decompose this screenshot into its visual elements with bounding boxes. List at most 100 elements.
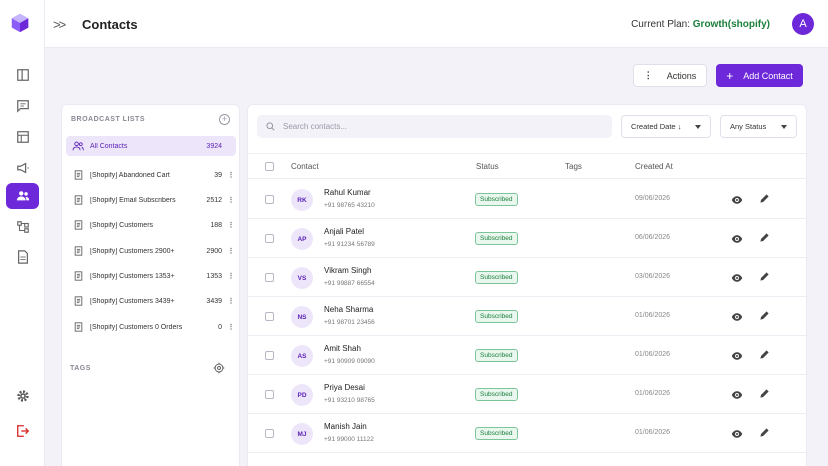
tags-settings-icon[interactable] <box>213 362 225 374</box>
nav-flows-icon[interactable] <box>6 214 39 240</box>
status-badge: Subscribed <box>475 232 518 245</box>
nav-rail <box>0 0 45 466</box>
list-item[interactable]: [Shopify] Email Subscribers 2512 ⋮ <box>66 190 236 210</box>
contact-avatar: MJ <box>291 423 313 445</box>
contact-phone: +91 90909 09090 <box>324 358 375 365</box>
table-row[interactable]: MJ Manish Jain +91 99000 11122 Subscribe… <box>248 414 806 453</box>
contact-avatar: NS <box>291 306 313 328</box>
sort-select[interactable]: Created Date ↓ <box>621 115 711 138</box>
table-row[interactable]: AS Amit Shah +91 90909 09090 Subscribed … <box>248 336 806 375</box>
contact-name: Anjali Patel <box>324 227 365 236</box>
contact-phone: +91 98765 43210 <box>324 202 375 209</box>
list-item[interactable]: [Shopify] Customers 2900+ 2900 ⋮ <box>66 241 236 261</box>
row-checkbox[interactable] <box>265 312 274 321</box>
add-list-icon[interactable]: + <box>219 114 230 125</box>
more-vertical-icon[interactable]: ⋮ <box>226 272 236 280</box>
edit-pencil-icon[interactable] <box>759 310 770 321</box>
edit-pencil-icon[interactable] <box>759 388 770 399</box>
page-title: Contacts <box>82 17 138 32</box>
column-contact: Contact <box>291 162 319 171</box>
list-doc-icon <box>66 271 90 281</box>
list-doc-icon <box>66 195 90 205</box>
list-label: [Shopify] Customers 2900+ <box>90 247 175 255</box>
table-row[interactable]: AP Anjali Patel +91 91234 56789 Subscrib… <box>248 219 806 258</box>
list-item[interactable]: [Shopify] Customers 188 ⋮ <box>66 215 236 235</box>
list-count: 3439 <box>206 297 222 305</box>
more-vertical-icon[interactable]: ⋮ <box>226 196 236 204</box>
view-eye-icon[interactable] <box>731 233 743 245</box>
nav-contacts-icon[interactable] <box>6 183 39 209</box>
more-vertical-icon[interactable]: ⋮ <box>226 297 236 305</box>
row-checkbox[interactable] <box>265 273 274 282</box>
nav-broadcast-icon[interactable] <box>6 155 39 181</box>
contact-avatar: PD <box>291 384 313 406</box>
status-badge: Subscribed <box>475 193 518 206</box>
status-badge: Subscribed <box>475 388 518 401</box>
app-logo-icon[interactable] <box>9 12 31 34</box>
status-badge: Subscribed <box>475 349 518 362</box>
status-filter-select[interactable]: Any Status <box>720 115 797 138</box>
broadcast-lists-header: BROADCAST LISTS <box>71 116 145 123</box>
actions-button[interactable]: ⋮ Actions <box>633 64 707 87</box>
expand-sidebar-icon[interactable]: >> <box>53 17 66 32</box>
created-date: 06/06/2026 <box>635 234 671 241</box>
plus-icon: + <box>726 68 734 83</box>
select-all-checkbox[interactable] <box>265 162 274 171</box>
nav-templates-icon[interactable] <box>6 124 39 150</box>
contact-avatar: VS <box>291 267 313 289</box>
nav-document-icon[interactable] <box>6 244 39 270</box>
view-eye-icon[interactable] <box>731 389 743 401</box>
table-row[interactable]: VS Vikram Singh +91 99887 66554 Subscrib… <box>248 258 806 297</box>
view-eye-icon[interactable] <box>731 311 743 323</box>
list-label: [Shopify] Customers 3439+ <box>90 297 175 305</box>
table-header: Contact Status Tags Created At <box>248 153 806 179</box>
contact-phone: +91 99000 11122 <box>324 436 374 443</box>
list-doc-icon <box>66 220 90 230</box>
list-item[interactable]: [Shopify] Customers 3439+ 3439 ⋮ <box>66 291 236 311</box>
list-item-all-contacts[interactable]: All Contacts 3924 <box>66 136 236 156</box>
row-checkbox[interactable] <box>265 351 274 360</box>
list-label: [Shopify] Customers 0 Orders <box>90 323 183 331</box>
list-item[interactable]: [Shopify] Abandoned Cart 39 ⋮ <box>66 165 236 185</box>
column-created-at: Created At <box>635 162 673 171</box>
nav-chat-icon[interactable] <box>6 93 39 119</box>
list-item[interactable]: [Shopify] Customers 0 Orders 0 ⋮ <box>66 317 236 337</box>
edit-pencil-icon[interactable] <box>759 232 770 243</box>
broadcast-lists-panel: BROADCAST LISTS + All Contacts 3924 [Sho… <box>61 104 240 466</box>
status-badge: Subscribed <box>475 310 518 323</box>
table-row[interactable]: NS Neha Sharma +91 98701 23456 Subscribe… <box>248 297 806 336</box>
edit-pencil-icon[interactable] <box>759 193 770 204</box>
more-vertical-icon[interactable]: ⋮ <box>226 171 236 179</box>
list-count: 2900 <box>206 247 222 255</box>
nav-settings-icon[interactable] <box>6 383 39 409</box>
view-eye-icon[interactable] <box>731 428 743 440</box>
contact-phone: +91 93210 98765 <box>324 397 375 404</box>
table-row[interactable]: PD Priya Desai +91 93210 98765 Subscribe… <box>248 375 806 414</box>
view-eye-icon[interactable] <box>731 350 743 362</box>
view-eye-icon[interactable] <box>731 194 743 206</box>
contact-name: Vikram Singh <box>324 266 372 275</box>
add-contact-label: Add Contact <box>743 70 793 81</box>
plan-value[interactable]: Growth(shopify) <box>693 19 770 30</box>
view-eye-icon[interactable] <box>731 272 743 284</box>
more-vertical-icon[interactable]: ⋮ <box>226 221 236 229</box>
more-vertical-icon[interactable]: ⋮ <box>226 323 236 331</box>
nav-logout-icon[interactable] <box>6 418 39 444</box>
nav-dashboard-icon[interactable] <box>6 62 39 88</box>
table-row[interactable]: RK Rahul Kumar +91 98765 43210 Subscribe… <box>248 180 806 219</box>
row-checkbox[interactable] <box>265 429 274 438</box>
row-checkbox[interactable] <box>265 195 274 204</box>
edit-pencil-icon[interactable] <box>759 427 770 438</box>
search-input[interactable]: Search contacts... <box>257 115 612 138</box>
row-checkbox[interactable] <box>265 234 274 243</box>
plan-label: Current Plan: <box>631 19 690 30</box>
row-checkbox[interactable] <box>265 390 274 399</box>
user-avatar[interactable]: A <box>792 13 814 35</box>
more-vertical-icon[interactable]: ⋮ <box>226 247 236 255</box>
contacts-table-panel: Search contacts... Created Date ↓ Any St… <box>247 104 807 466</box>
edit-pencil-icon[interactable] <box>759 271 770 282</box>
sort-select-value: Created Date ↓ <box>631 122 682 131</box>
add-contact-button[interactable]: + Add Contact <box>716 64 803 87</box>
list-item[interactable]: [Shopify] Customers 1353+ 1353 ⋮ <box>66 266 236 286</box>
edit-pencil-icon[interactable] <box>759 349 770 360</box>
